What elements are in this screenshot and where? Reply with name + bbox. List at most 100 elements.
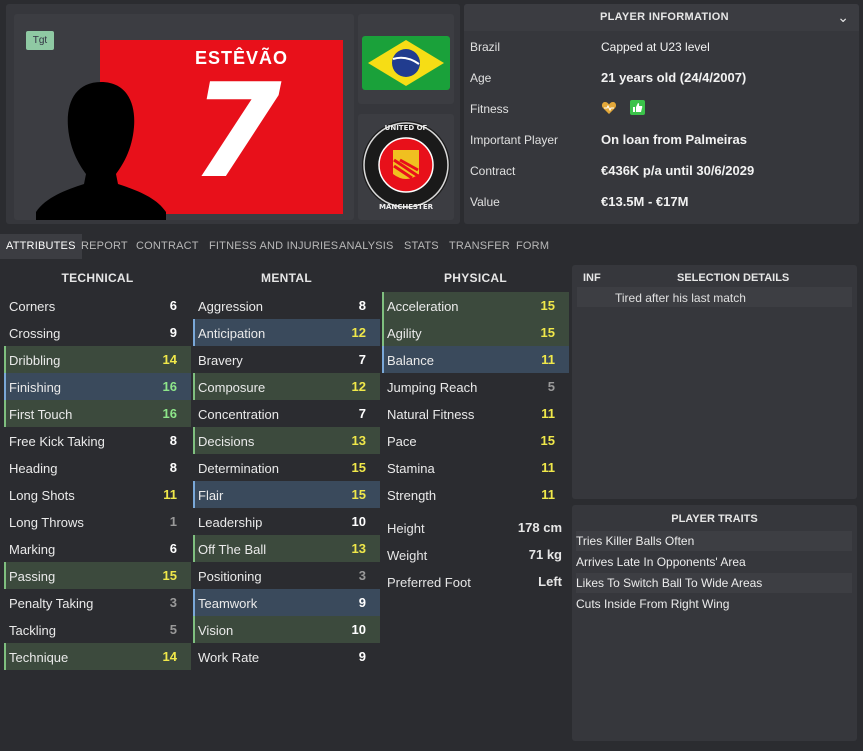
attribute-value: 15 bbox=[540, 298, 555, 313]
tab-stats[interactable]: STATS bbox=[404, 234, 439, 259]
attribute-row-strength[interactable]: Strength 11 bbox=[382, 481, 569, 508]
svg-text:MANCHESTER: MANCHESTER bbox=[379, 203, 434, 211]
attribute-row-acceleration[interactable]: Acceleration 15 bbox=[382, 292, 569, 319]
chevron-down-icon[interactable]: ⌄ bbox=[837, 9, 849, 26]
attribute-name: Heading bbox=[9, 461, 58, 476]
attribute-row-tackling[interactable]: Tackling 5 bbox=[4, 616, 191, 643]
trait-item[interactable]: Likes To Switch Ball To Wide Areas bbox=[576, 573, 852, 593]
info-label: Age bbox=[470, 71, 492, 85]
attribute-name: Crossing bbox=[9, 326, 61, 341]
info-label: Fitness bbox=[470, 102, 509, 116]
tab-contract[interactable]: CONTRACT bbox=[136, 234, 199, 259]
attribute-row-heading[interactable]: Heading 8 bbox=[4, 454, 191, 481]
attribute-row-decisions[interactable]: Decisions 13 bbox=[193, 427, 380, 454]
attribute-row-marking[interactable]: Marking 6 bbox=[4, 535, 191, 562]
attribute-row-off-the-ball[interactable]: Off The Ball 13 bbox=[193, 535, 380, 562]
info-row-nation: Brazil Capped at U23 level bbox=[464, 31, 859, 62]
attribute-row-composure[interactable]: Composure 12 bbox=[193, 373, 380, 400]
attribute-name: Leadership bbox=[198, 515, 263, 530]
attribute-row-corners[interactable]: Corners 6 bbox=[4, 292, 191, 319]
attribute-row-agility[interactable]: Agility 15 bbox=[382, 319, 569, 346]
target-badge[interactable]: Tgt bbox=[26, 31, 54, 50]
attribute-value: 15 bbox=[351, 487, 366, 502]
attribute-name: Finishing bbox=[9, 380, 62, 395]
attribute-row-concentration[interactable]: Concentration 7 bbox=[193, 400, 380, 427]
attribute-value: 3 bbox=[169, 595, 177, 610]
attribute-row-technique[interactable]: Technique 14 bbox=[4, 643, 191, 670]
info-label: Important Player bbox=[470, 133, 559, 147]
attribute-name: Positioning bbox=[198, 569, 262, 584]
profile-tabs: ATTRIBUTES REPORT CONTRACT FITNESS AND I… bbox=[0, 234, 863, 259]
tab-analysis[interactable]: ANALYSIS bbox=[339, 234, 394, 259]
attribute-name: Vision bbox=[198, 623, 234, 638]
attribute-row-long-shots[interactable]: Long Shots 11 bbox=[4, 481, 191, 508]
attribute-name: Penalty Taking bbox=[9, 596, 94, 611]
attribute-name: Tackling bbox=[9, 623, 56, 638]
tab-fitness-and-injuries[interactable]: FITNESS AND INJURIES bbox=[209, 234, 338, 259]
attribute-row-free-kick-taking[interactable]: Free Kick Taking 8 bbox=[4, 427, 191, 454]
attribute-name: Free Kick Taking bbox=[9, 434, 105, 449]
player-traits-panel: PLAYER TRAITS Tries Killer Balls Often A… bbox=[572, 505, 857, 741]
attribute-row-determination[interactable]: Determination 15 bbox=[193, 454, 380, 481]
attribute-value: 11 bbox=[541, 406, 555, 421]
attribute-row-leadership[interactable]: Leadership 10 bbox=[193, 508, 380, 535]
attribute-row-anticipation[interactable]: Anticipation 12 bbox=[193, 319, 380, 346]
attribute-row-work-rate[interactable]: Work Rate 9 bbox=[193, 643, 380, 670]
attribute-value: 13 bbox=[351, 433, 366, 448]
attribute-row-crossing[interactable]: Crossing 9 bbox=[4, 319, 191, 346]
attribute-row-aggression[interactable]: Aggression 8 bbox=[193, 292, 380, 319]
bio-label: Height bbox=[387, 521, 425, 536]
brazil-flag-icon bbox=[362, 36, 450, 90]
tab-report[interactable]: REPORT bbox=[81, 234, 128, 259]
attribute-row-positioning[interactable]: Positioning 3 bbox=[193, 562, 380, 589]
attribute-value: 5 bbox=[169, 622, 177, 637]
selection-details-title: SELECTION DETAILS bbox=[677, 272, 790, 284]
trait-item[interactable]: Tries Killer Balls Often bbox=[576, 531, 852, 551]
attribute-row-penalty-taking[interactable]: Penalty Taking 3 bbox=[4, 589, 191, 616]
thumbs-up-icon[interactable] bbox=[630, 100, 645, 118]
attribute-value: 12 bbox=[351, 325, 366, 340]
attribute-row-pace[interactable]: Pace 15 bbox=[382, 427, 569, 454]
attribute-name: Strength bbox=[387, 488, 437, 503]
attribute-value: 15 bbox=[162, 568, 177, 583]
attribute-row-flair[interactable]: Flair 15 bbox=[193, 481, 380, 508]
attribute-value: 3 bbox=[358, 568, 366, 583]
attribute-name: Long Shots bbox=[9, 488, 75, 503]
attribute-row-bravery[interactable]: Bravery 7 bbox=[193, 346, 380, 373]
bio-label: Preferred Foot bbox=[387, 575, 471, 590]
attribute-row-vision[interactable]: Vision 10 bbox=[193, 616, 380, 643]
trait-item[interactable]: Cuts Inside From Right Wing bbox=[576, 594, 852, 614]
trait-item[interactable]: Arrives Late In Opponents' Area bbox=[576, 552, 852, 572]
tab-transfer[interactable]: TRANSFER bbox=[449, 234, 510, 259]
attribute-row-passing[interactable]: Passing 15 bbox=[4, 562, 191, 589]
attribute-row-natural-fitness[interactable]: Natural Fitness 11 bbox=[382, 400, 569, 427]
player-information-header[interactable]: PLAYER INFORMATION ⌄ bbox=[464, 4, 859, 31]
tab-form[interactable]: FORM bbox=[516, 234, 549, 259]
club-crest[interactable]: UNITED OF MANCHESTER bbox=[358, 114, 454, 220]
physical-attributes: Acceleration 15 Agility 15 Balance 11 Jumping … bbox=[382, 292, 569, 508]
heart-icon[interactable] bbox=[601, 100, 617, 119]
attribute-row-stamina[interactable]: Stamina 11 bbox=[382, 454, 569, 481]
attribute-value: 11 bbox=[163, 487, 177, 502]
attribute-value: 8 bbox=[169, 433, 177, 448]
attribute-row-jumping-reach[interactable]: Jumping Reach 5 bbox=[382, 373, 569, 400]
attribute-row-teamwork[interactable]: Teamwork 9 bbox=[193, 589, 380, 616]
attribute-row-first-touch[interactable]: First Touch 16 bbox=[4, 400, 191, 427]
attribute-value: 11 bbox=[541, 352, 555, 367]
attribute-value: 10 bbox=[351, 514, 366, 529]
attribute-row-finishing[interactable]: Finishing 16 bbox=[4, 373, 191, 400]
attribute-value: 10 bbox=[351, 622, 366, 637]
attribute-name: Corners bbox=[9, 299, 56, 314]
attribute-row-balance[interactable]: Balance 11 bbox=[382, 346, 569, 373]
attribute-name: First Touch bbox=[9, 407, 73, 422]
attribute-name: Bravery bbox=[198, 353, 243, 368]
panel-title: PLAYER INFORMATION bbox=[600, 11, 729, 23]
attribute-row-dribbling[interactable]: Dribbling 14 bbox=[4, 346, 191, 373]
tab-attributes[interactable]: ATTRIBUTES bbox=[0, 234, 82, 259]
attribute-value: 9 bbox=[358, 595, 366, 610]
selection-row[interactable]: Tired after his last match bbox=[577, 287, 852, 307]
attribute-name: Flair bbox=[198, 488, 224, 503]
nation-flag[interactable] bbox=[358, 14, 454, 104]
attribute-value: 9 bbox=[358, 649, 366, 664]
attribute-row-long-throws[interactable]: Long Throws 1 bbox=[4, 508, 191, 535]
